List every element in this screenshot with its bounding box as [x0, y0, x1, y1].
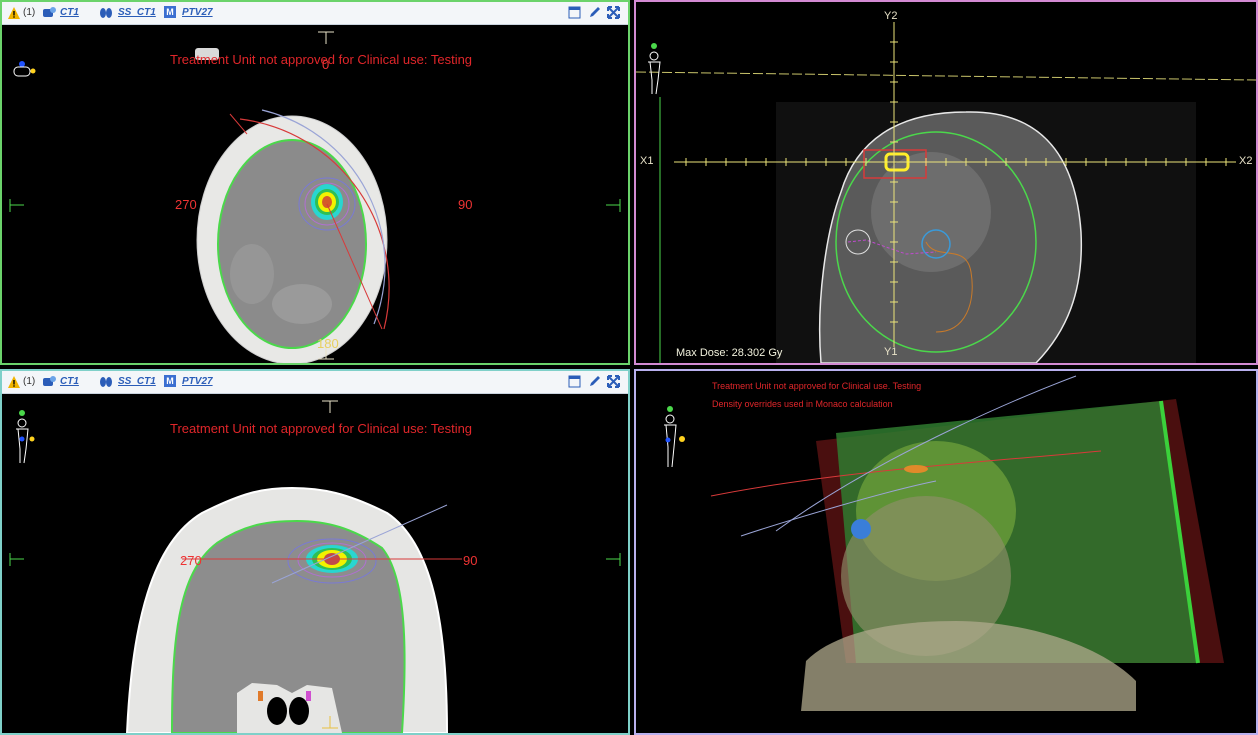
max-dose-readout: Max Dose: 28.302 Gy	[676, 347, 783, 359]
jaw-label-x1: X1	[640, 155, 654, 167]
structure-set-link[interactable]: SS_CT1	[118, 7, 156, 18]
gantry-angle-0: 0	[322, 57, 330, 72]
axial-view-pane[interactable]: (1) CT1 SS_CT1 M PTV27 Treatment Unit no…	[0, 0, 630, 365]
beams-eye-image[interactable]	[636, 2, 1256, 363]
coronal-image[interactable]	[2, 393, 628, 733]
gantry-angle-90: 90	[463, 553, 478, 568]
lungs-icon	[100, 377, 112, 387]
ct-icon	[43, 376, 56, 386]
structure-link[interactable]: PTV27	[182, 376, 213, 387]
edit-icon[interactable]	[588, 6, 601, 19]
3d-view-pane[interactable]: Treatment Unit not approved for Clinical…	[634, 369, 1258, 735]
window-icon[interactable]	[568, 375, 581, 388]
coronal-view-pane[interactable]: (1) CT1 SS_CT1 M PTV27 Treatment Unit no…	[0, 369, 630, 735]
axial-toolbar: (1) CT1 SS_CT1 M PTV27	[2, 2, 628, 25]
ct-icon	[43, 7, 56, 17]
ct-link[interactable]: CT1	[60, 7, 79, 18]
expand-icon[interactable]	[607, 6, 620, 19]
warning-banner: Treatment Unit not approved for Clinical…	[170, 421, 473, 436]
lungs-icon	[100, 8, 112, 18]
beams-eye-view-pane[interactable]: Y2 Y1 X1 X2 Max Dose: 28.302 Gy	[634, 0, 1258, 365]
ct-link[interactable]: CT1	[60, 376, 79, 387]
jaw-label-y1: Y1	[884, 346, 898, 358]
structure-badge: M	[164, 375, 176, 387]
coronal-toolbar: (1) CT1 SS_CT1 M PTV27	[2, 371, 628, 394]
gantry-angle-270: 270	[175, 197, 197, 212]
jaw-label-x2: X2	[1239, 155, 1253, 167]
expand-icon[interactable]	[607, 375, 620, 388]
jaw-label-y2: Y2	[884, 10, 898, 22]
edit-icon[interactable]	[588, 375, 601, 388]
axial-image[interactable]	[2, 24, 628, 363]
warning-icon[interactable]	[8, 7, 20, 19]
3d-render[interactable]	[636, 371, 1256, 733]
density-override-note: Density overrides used in Monaco calcula…	[712, 399, 893, 409]
warning-icon[interactable]	[8, 376, 20, 388]
gantry-angle-270: 270	[180, 553, 202, 568]
gantry-angle-90: 90	[458, 197, 473, 212]
warning-banner: Treatment Unit not approved for Clinical…	[712, 381, 922, 391]
structure-link[interactable]: PTV27	[182, 7, 213, 18]
window-icon[interactable]	[568, 6, 581, 19]
warning-count: (1)	[23, 7, 36, 18]
structure-badge: M	[164, 6, 176, 18]
gantry-angle-180: 180	[317, 336, 339, 351]
warning-count: (1)	[23, 376, 36, 387]
structure-set-link[interactable]: SS_CT1	[118, 376, 156, 387]
